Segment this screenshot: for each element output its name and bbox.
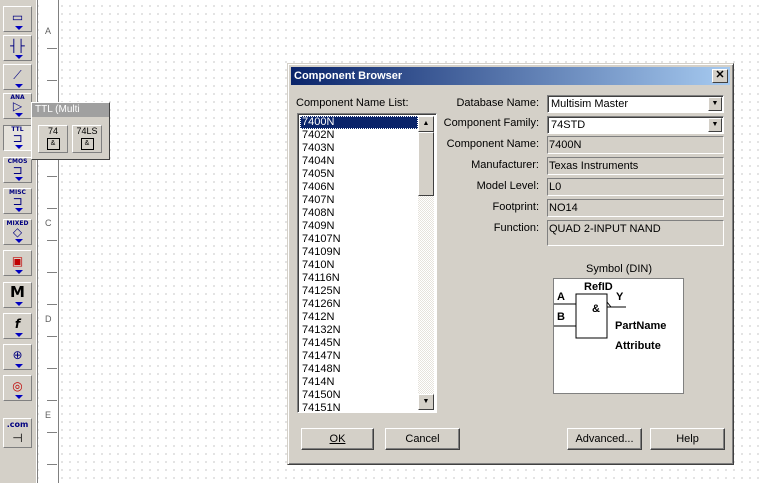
ttl-74ls-button[interactable]: 74LS & bbox=[72, 125, 102, 153]
model-level-field: L0 bbox=[547, 178, 724, 196]
list-item[interactable]: 74147N bbox=[300, 350, 418, 363]
list-item[interactable]: 74132N bbox=[300, 324, 418, 337]
list-item[interactable]: 7409N bbox=[300, 220, 418, 233]
misc-icon[interactable]: MISC ⊐ bbox=[3, 188, 32, 214]
list-item[interactable]: 74125N bbox=[300, 285, 418, 298]
cmos-icon[interactable]: CMOS ⊐ bbox=[3, 157, 32, 183]
list-items: 7400N 7402N 7403N 7404N 7405N 7406N 7407N 7408N… bbox=[300, 116, 418, 412]
help-label: Help bbox=[676, 433, 699, 445]
list-item[interactable]: 7403N bbox=[300, 142, 418, 155]
symbol-refid: RefID bbox=[584, 281, 613, 293]
capacitor-icon[interactable]: ┤├ bbox=[3, 35, 32, 61]
database-name-label: Database Name: bbox=[456, 97, 539, 109]
ttl-74-button[interactable]: 74 & bbox=[38, 125, 68, 153]
transistor-icon[interactable]: ⟋ bbox=[3, 64, 32, 90]
list-item[interactable]: 7412N bbox=[300, 311, 418, 324]
database-name-value: Multisim Master bbox=[551, 98, 629, 110]
com-icon[interactable]: .com ⊣ bbox=[3, 418, 32, 448]
database-name-select[interactable]: Multisim Master ▼ bbox=[547, 95, 724, 113]
and-gate-icon: & bbox=[46, 138, 60, 150]
ruler-label-c: C bbox=[45, 218, 52, 228]
analog-icon[interactable]: ANA ▷ bbox=[3, 93, 32, 119]
advanced-button[interactable]: Advanced... bbox=[567, 428, 642, 450]
list-item[interactable]: 7406N bbox=[300, 181, 418, 194]
component-name-list-label: Component Name List: bbox=[296, 97, 409, 109]
ttl-74ls-label: 74LS bbox=[76, 126, 98, 136]
list-item[interactable]: 7408N bbox=[300, 207, 418, 220]
manufacturer-field: Texas Instruments bbox=[547, 157, 724, 175]
function-label: Function: bbox=[493, 222, 539, 234]
dialog-titlebar[interactable]: Component Browser ✕ bbox=[291, 67, 730, 85]
symbol-partname: PartName bbox=[615, 320, 667, 332]
resistor-icon[interactable]: ▭ bbox=[3, 6, 32, 32]
chevron-down-icon[interactable]: ▼ bbox=[708, 97, 722, 111]
component-family-label: Component Family: bbox=[443, 117, 539, 129]
dialog-title: Component Browser bbox=[294, 70, 403, 82]
list-item[interactable]: 7410N bbox=[300, 259, 418, 272]
list-item[interactable]: 74148N bbox=[300, 363, 418, 376]
rf-icon[interactable]: ⊕ bbox=[3, 344, 32, 370]
ttl-palette: TTL (Multi 74 & 74LS & bbox=[31, 102, 110, 160]
help-button[interactable]: Help bbox=[650, 428, 725, 450]
cancel-label: Cancel bbox=[405, 433, 440, 445]
indicator-icon[interactable]: ▣ bbox=[3, 250, 32, 276]
ruler-label-a: A bbox=[45, 26, 52, 36]
list-item[interactable]: 74145N bbox=[300, 337, 418, 350]
chevron-down-icon[interactable]: ▼ bbox=[708, 118, 722, 132]
ok-label: OK bbox=[329, 433, 346, 445]
component-family-value: 74STD bbox=[551, 119, 586, 131]
list-item[interactable]: 7400N bbox=[300, 116, 418, 129]
ruler-label-d: D bbox=[45, 314, 52, 324]
list-item[interactable]: 74107N bbox=[300, 233, 418, 246]
scroll-thumb[interactable] bbox=[418, 132, 434, 196]
symbol-gate: & bbox=[592, 303, 600, 315]
symbol-input-a: A bbox=[557, 291, 565, 303]
electromech-icon[interactable]: ◎ bbox=[3, 375, 32, 401]
function-field: QUAD 2-INPUT NAND bbox=[547, 220, 724, 246]
list-item[interactable]: 74116N bbox=[300, 272, 418, 285]
scroll-up-icon[interactable]: ▲ bbox=[418, 116, 434, 132]
and-gate-icon: & bbox=[80, 138, 94, 150]
list-item[interactable]: 7404N bbox=[300, 155, 418, 168]
ok-button[interactable]: OK bbox=[301, 428, 374, 450]
scroll-down-icon[interactable]: ▼ bbox=[418, 394, 434, 410]
misc-m-icon[interactable]: M bbox=[3, 282, 32, 308]
list-item[interactable]: 74150N bbox=[300, 389, 418, 402]
symbol-label: Symbol (DIN) bbox=[586, 263, 653, 275]
list-item[interactable]: 7407N bbox=[300, 194, 418, 207]
component-browser-dialog: Component Browser ✕ Component Name List:… bbox=[287, 63, 734, 465]
list-item[interactable]: 7402N bbox=[300, 129, 418, 142]
symbol-attribute: Attribute bbox=[615, 340, 661, 352]
component-name-label: Component Name: bbox=[446, 138, 539, 150]
ruler-label-e: E bbox=[45, 410, 52, 420]
footprint-label: Footprint: bbox=[492, 201, 539, 213]
symbol-preview: RefID A B Y & PartName Attribute bbox=[553, 278, 684, 394]
mixed-icon[interactable]: MIXED ◇ bbox=[3, 219, 32, 245]
margin-ruler: A B C D E bbox=[39, 0, 59, 483]
list-item[interactable]: 7405N bbox=[300, 168, 418, 181]
f-icon[interactable]: f bbox=[3, 313, 32, 339]
component-family-select[interactable]: 74STD ▼ bbox=[547, 116, 724, 134]
com-label: .com bbox=[6, 420, 29, 429]
footprint-field: NO14 bbox=[547, 199, 724, 217]
symbol-input-b: B bbox=[557, 311, 565, 323]
list-item[interactable]: 74151N bbox=[300, 402, 418, 412]
symbol-output: Y bbox=[616, 291, 624, 303]
close-icon[interactable]: ✕ bbox=[712, 69, 728, 83]
ttl-palette-title[interactable]: TTL (Multi bbox=[32, 103, 109, 117]
model-level-label: Model Level: bbox=[476, 180, 539, 192]
list-item[interactable]: 7414N bbox=[300, 376, 418, 389]
list-item[interactable]: 74126N bbox=[300, 298, 418, 311]
ttl-74-label: 74 bbox=[47, 126, 58, 136]
list-scrollbar[interactable]: ▲ ▼ bbox=[418, 116, 434, 410]
component-name-list[interactable]: 7400N 7402N 7403N 7404N 7405N 7406N 7407N 7408N… bbox=[297, 113, 437, 413]
advanced-label: Advanced... bbox=[575, 433, 634, 445]
manufacturer-label: Manufacturer: bbox=[471, 159, 539, 171]
parts-toolbar: ▭ ┤├ ⟋ ANA ▷ TTL ⊐ CMOS ⊐ MISC ⊐ MIXED ◇ ▣ M … bbox=[0, 0, 38, 483]
ttl-icon[interactable]: TTL ⊐ bbox=[3, 125, 32, 151]
cancel-button[interactable]: Cancel bbox=[385, 428, 460, 450]
list-item[interactable]: 74109N bbox=[300, 246, 418, 259]
component-name-field: 7400N bbox=[547, 136, 724, 154]
